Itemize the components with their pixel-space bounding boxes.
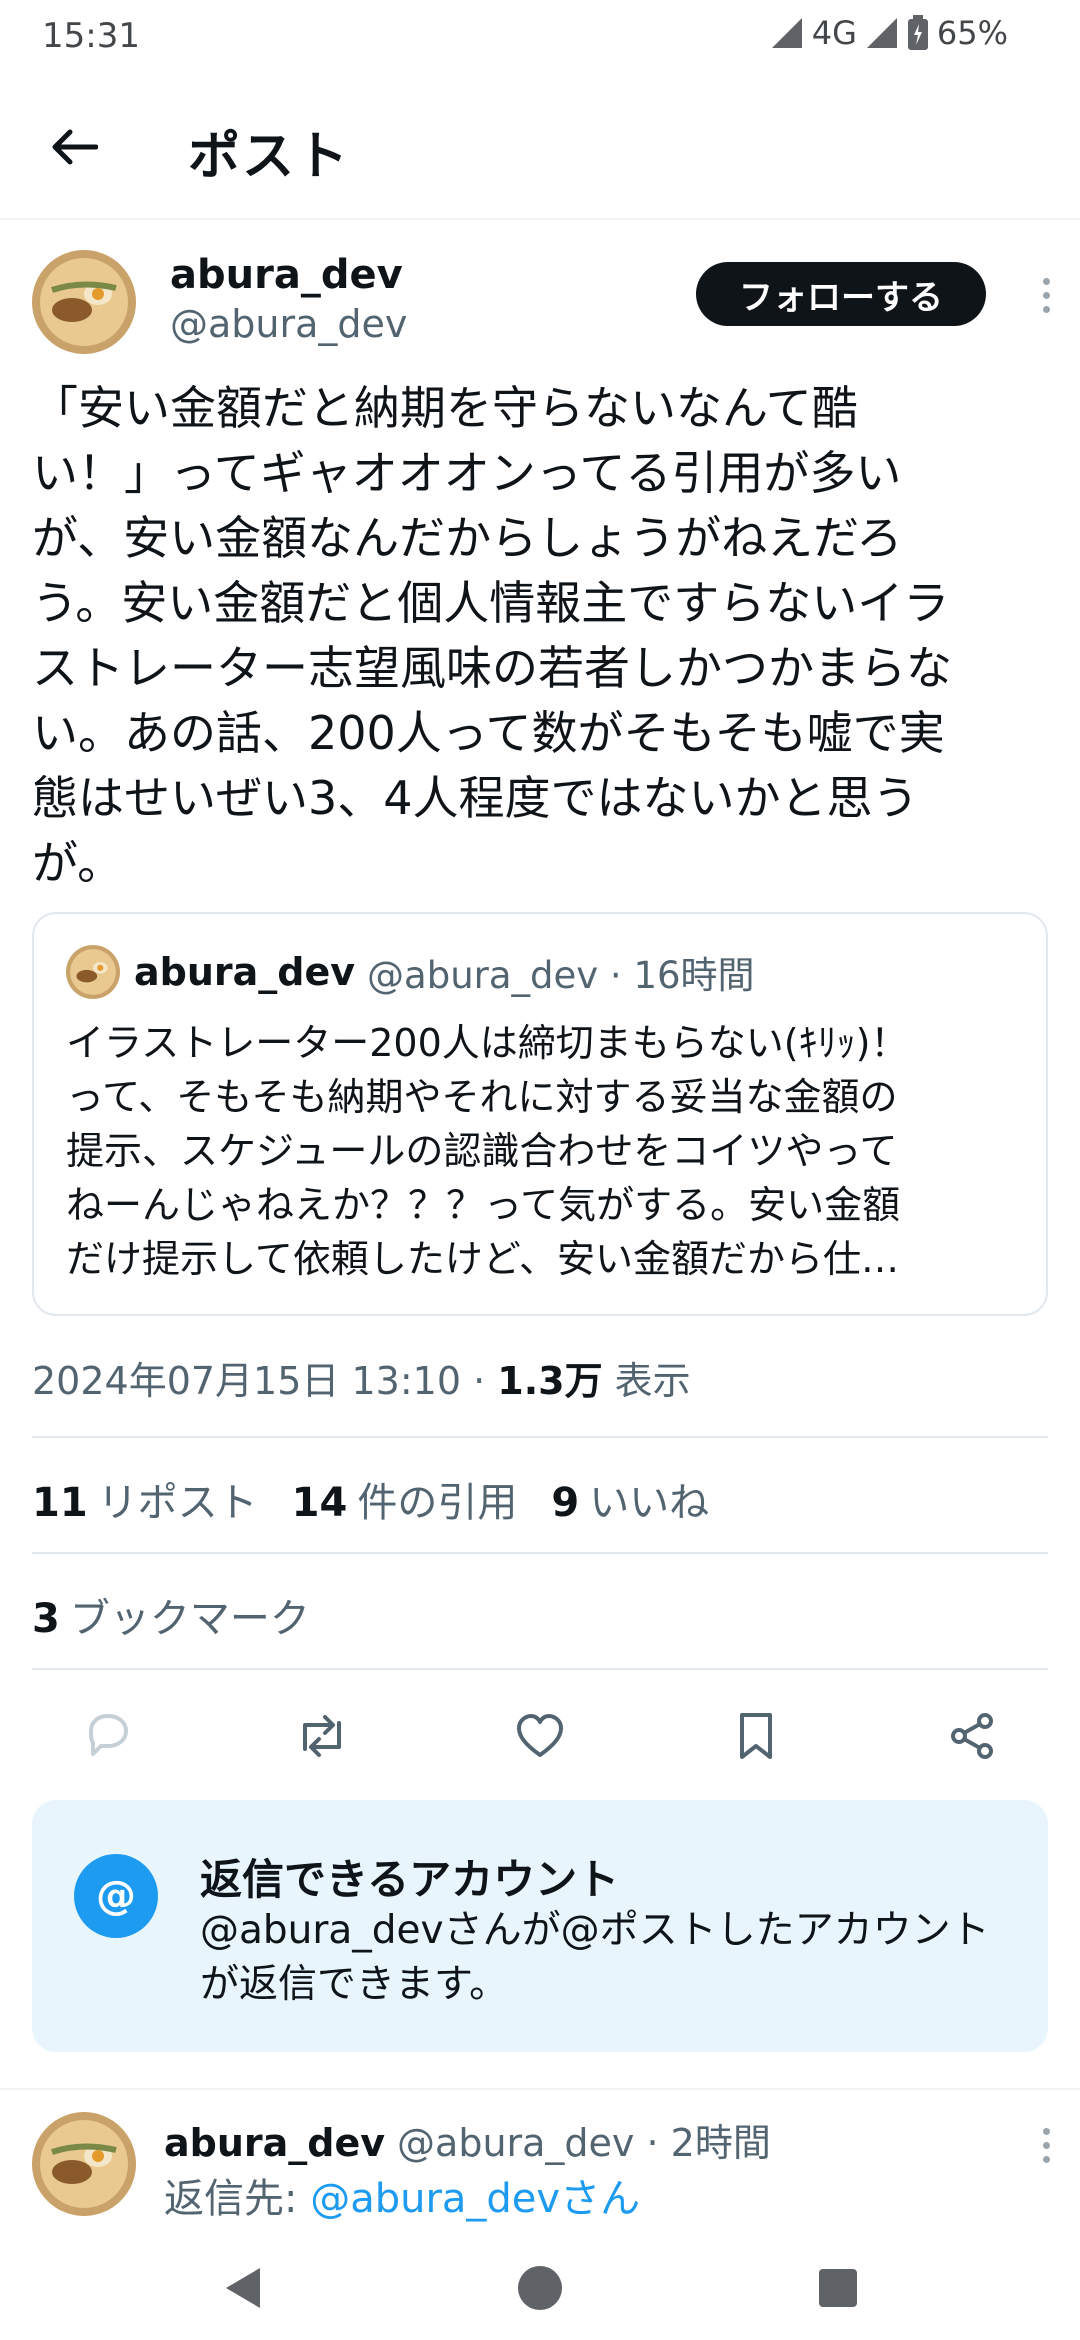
reply-icon [89,1714,128,1756]
post-timestamp: 2024年07月15日 13:10 · 1.3万 表示 [32,1350,691,1405]
share-icon [951,1713,993,1759]
reply-to: 返信先: @abura_devさん [164,2166,640,2224]
likes-stat[interactable]: 9 いいね [551,1470,709,1528]
bookmark-button[interactable] [724,1704,788,1768]
more-options-button[interactable] [1026,270,1066,320]
avatar [66,945,120,999]
follow-button[interactable]: フォローする [696,262,986,326]
back-button[interactable] [34,112,114,182]
circle-home-icon [518,2266,562,2310]
author-name[interactable]: abura_dev [170,252,403,298]
quoted-post-header: abura_dev @abura_dev · 16時間 [66,944,755,1000]
reply-button[interactable] [76,1704,140,1768]
views-label: 表示 [602,1359,691,1403]
author-handle[interactable]: @abura_dev [170,302,407,346]
reply-author-name[interactable]: abura_dev [164,2121,385,2165]
post-header: abura_dev @abura_dev フォローする [0,240,1080,370]
reply-author-meta: @abura_dev · 2時間 [397,2121,771,2165]
more-options-button[interactable] [1026,2120,1066,2170]
like-button[interactable] [508,1704,572,1768]
battery-icon [907,15,928,50]
quoted-post[interactable]: abura_dev @abura_dev · 16時間 イラストレーター200人… [32,912,1048,1316]
reply-restriction-title: 返信できるアカウント [200,1855,620,1904]
system-nav-bar [0,2230,1080,2340]
signal-icon [866,18,897,48]
views-count: 1.3万 [497,1359,603,1403]
quoted-author-meta: @abura_dev · 16時間 [367,954,755,997]
avatar[interactable] [32,2112,136,2216]
quoted-author-name: abura_dev [134,950,356,994]
nav-home-button[interactable] [510,2258,570,2318]
repost-icon [303,1715,341,1757]
reply-to-label: 返信先: [164,2176,311,2222]
engagement-stats: 11 リポスト 14 件の引用 9 いいね [32,1470,709,1528]
divider [32,1552,1048,1554]
status-bar: 15:31 4G 65% [0,0,1080,72]
post-text: 「安い金額だと納期を守らないなんて酷 い！」ってギャオオオンってる引用が多い が… [32,381,952,890]
reply-restriction-description: @abura_devさんが@ポストしたアカウントが返信できます。 [200,1908,990,2007]
reply-to-mention[interactable]: @abura_devさん [310,2176,640,2222]
page-title: ポスト [188,127,351,187]
at-icon: @ [74,1854,158,1938]
nav-recents-button[interactable] [808,2258,868,2318]
top-bar: ポスト [0,72,1080,220]
network-type: 4G [811,14,857,52]
quoted-post-text: イラストレーター200人は締切まもらない(ｷﾘｯ)！ って、そもそも納期やそれに… [66,1021,909,1281]
square-recents-icon [819,2269,857,2307]
status-time: 15:31 [42,16,140,56]
reply-post-header: abura_dev @abura_dev · 2時間 [164,2112,771,2167]
action-bar [0,1698,1080,1778]
reposts-stat[interactable]: 11 リポスト [32,1470,258,1528]
signal-icon [771,18,802,48]
divider [32,1436,1048,1438]
status-icons: 4G 65% [770,14,1008,52]
repost-button[interactable] [290,1704,354,1768]
arrow-left-icon [52,129,98,165]
nav-back-button[interactable] [212,2258,272,2318]
bookmarks-stat[interactable]: 3 ブックマーク [32,1586,310,1644]
divider [32,1668,1048,1670]
timestamp-text: 2024年07月15日 13:10 · [32,1359,498,1403]
reply-restriction-notice: @ 返信できるアカウント @abura_devさんが@ポストしたアカウントが返信… [32,1800,1048,2052]
heart-icon [517,1714,563,1757]
battery-level: 65% [936,14,1008,52]
avatar[interactable] [32,250,136,354]
quotes-stat[interactable]: 14 件の引用 [292,1470,518,1528]
share-button[interactable] [940,1704,1004,1768]
reply-post[interactable]: abura_dev @abura_dev · 2時間 返信先: @abura_de… [0,2088,1080,2248]
bookmark-icon [740,1713,772,1759]
triangle-back-icon [226,2268,260,2308]
